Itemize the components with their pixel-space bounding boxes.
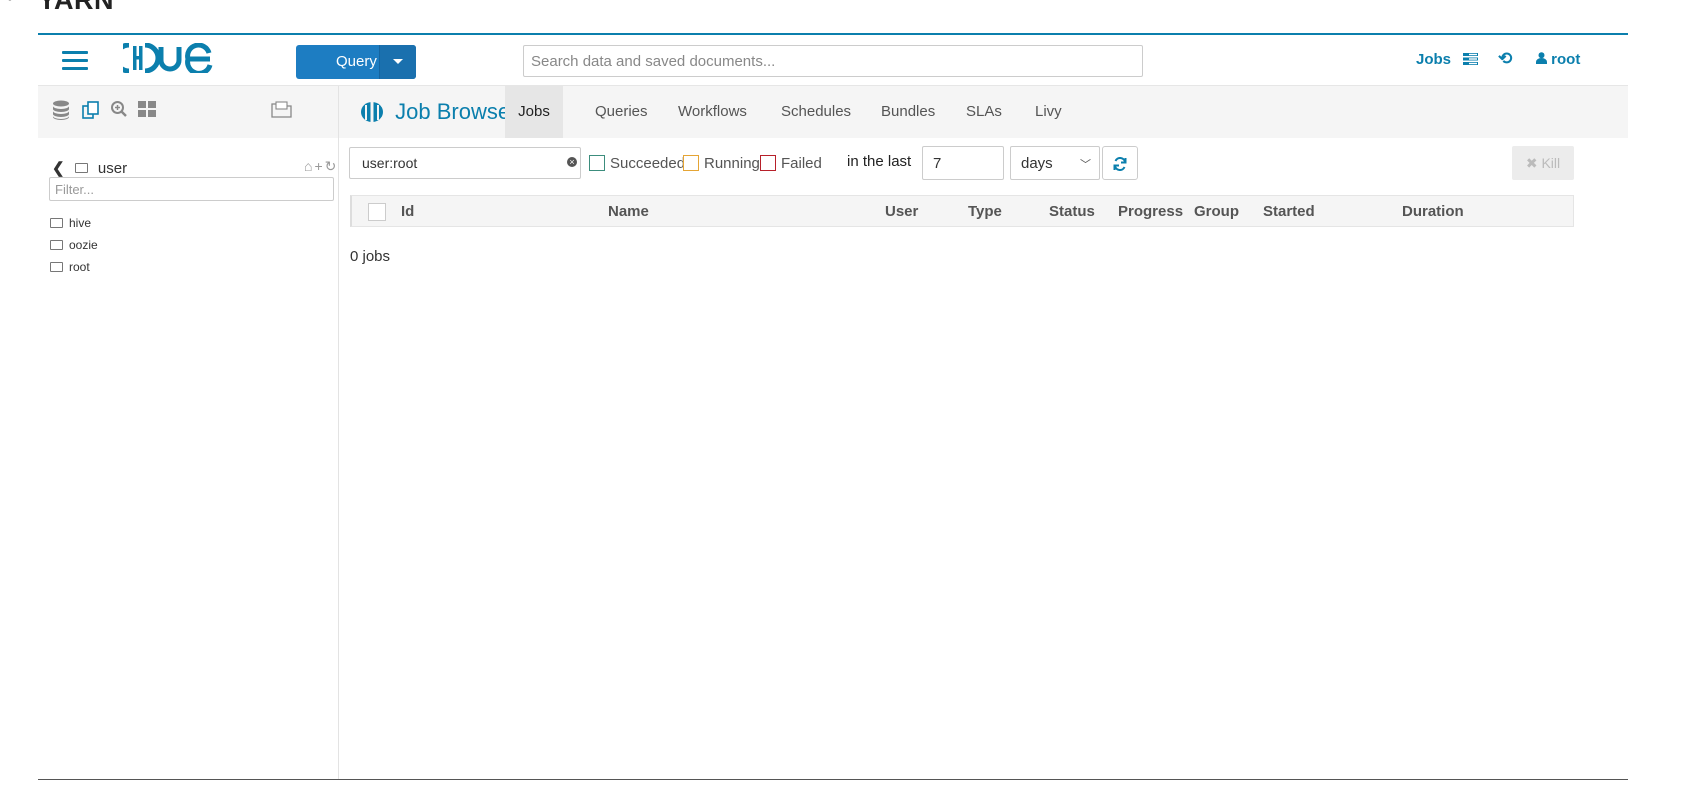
hue-app-window: Query Jobs ⟲ root bbox=[38, 33, 1628, 780]
job-browser-title-text: Job Browser bbox=[395, 99, 518, 124]
hamburger-menu-icon[interactable] bbox=[62, 51, 88, 71]
tab-bundles[interactable]: Bundles bbox=[881, 86, 935, 138]
jobs-filter-bar: × Succeeded Running Failed in the last d… bbox=[339, 146, 1628, 182]
tab-livy[interactable]: Livy bbox=[1035, 86, 1062, 138]
jobs-link[interactable]: Jobs bbox=[1416, 51, 1479, 69]
tree-item-label: oozie bbox=[69, 238, 98, 252]
time-value-input[interactable] bbox=[922, 146, 1004, 180]
succeeded-checkbox[interactable] bbox=[589, 155, 605, 171]
tree-item-oozie[interactable]: oozie bbox=[50, 234, 98, 256]
hdfs-tree: hive oozie root bbox=[50, 212, 98, 278]
hue-logo[interactable] bbox=[113, 42, 218, 78]
user-menu[interactable]: root bbox=[1536, 51, 1580, 68]
column-header-id[interactable]: Id bbox=[401, 203, 414, 220]
query-button[interactable]: Query bbox=[296, 45, 416, 79]
user-icon bbox=[1536, 51, 1551, 68]
jobs-list-icon bbox=[1463, 52, 1479, 69]
jobs-count: 0 jobs bbox=[350, 248, 391, 265]
running-checkbox[interactable] bbox=[683, 155, 699, 171]
back-chevron-icon[interactable]: ❮ bbox=[52, 160, 65, 177]
database-icon[interactable] bbox=[52, 100, 70, 126]
time-unit-value: days bbox=[1021, 155, 1053, 172]
assist-filter-input[interactable] bbox=[49, 177, 334, 201]
query-dropdown-caret-icon[interactable] bbox=[379, 45, 416, 79]
global-search-input[interactable] bbox=[523, 45, 1143, 77]
grid-icon[interactable] bbox=[138, 100, 156, 123]
page-heading: ◦ YARN bbox=[0, 0, 400, 14]
add-icon[interactable]: + bbox=[314, 158, 324, 174]
tab-queries[interactable]: Queries bbox=[595, 86, 648, 138]
tree-item-label: hive bbox=[69, 216, 92, 230]
folder-icon bbox=[74, 163, 88, 174]
tab-schedules[interactable]: Schedules bbox=[781, 86, 851, 138]
column-header-progress[interactable]: Progress bbox=[1118, 203, 1183, 220]
kill-button[interactable]: ✖ Kill bbox=[1512, 146, 1574, 180]
column-header-status[interactable]: Status bbox=[1049, 203, 1095, 220]
breadcrumb: ❮ user bbox=[52, 159, 127, 177]
left-assist-panel: ❮ user ⌂+↻ hive oozie root bbox=[38, 86, 339, 780]
user-filter-input[interactable] bbox=[349, 147, 581, 179]
home-icon[interactable]: ⌂ bbox=[304, 158, 314, 174]
time-unit-select[interactable]: days ﹀ bbox=[1010, 146, 1100, 180]
breadcrumb-current[interactable]: user bbox=[98, 160, 127, 177]
tree-item-root[interactable]: root bbox=[50, 256, 98, 278]
documents-icon[interactable] bbox=[81, 100, 101, 126]
column-header-type[interactable]: Type bbox=[968, 203, 1002, 220]
tree-item-label: root bbox=[69, 260, 90, 274]
tab-workflows[interactable]: Workflows bbox=[678, 86, 747, 138]
job-browser-main: Job Browser Jobs Queries Workflows Sched… bbox=[339, 86, 1628, 780]
tree-item-hive[interactable]: hive bbox=[50, 212, 98, 234]
refresh-icon[interactable]: ↻ bbox=[325, 158, 339, 174]
user-name: root bbox=[1551, 51, 1581, 68]
column-header-group[interactable]: Group bbox=[1194, 203, 1239, 220]
column-header-duration[interactable]: Duration bbox=[1402, 203, 1464, 220]
column-header-user[interactable]: User bbox=[885, 203, 918, 220]
assist-toolbar bbox=[38, 86, 338, 138]
history-icon[interactable]: ⟲ bbox=[1498, 49, 1512, 69]
breadcrumb-actions: ⌂+↻ bbox=[304, 158, 338, 175]
select-all-checkbox[interactable] bbox=[368, 203, 386, 221]
failed-checkbox[interactable] bbox=[760, 155, 776, 171]
window-bottom-border bbox=[38, 779, 1628, 780]
kill-button-label: Kill bbox=[1541, 155, 1561, 171]
bullet-marker: ◦ bbox=[8, 0, 12, 6]
refresh-button[interactable] bbox=[1102, 146, 1138, 180]
jobs-table-header: Id Name User Type Status Progress Group … bbox=[350, 195, 1574, 227]
running-label[interactable]: Running bbox=[704, 155, 760, 172]
job-browser-tabbar: Job Browser Jobs Queries Workflows Sched… bbox=[339, 86, 1628, 138]
close-icon: ✖ bbox=[1525, 155, 1538, 171]
jobs-link-label: Jobs bbox=[1416, 51, 1452, 68]
folder-open-icon[interactable] bbox=[271, 100, 293, 124]
succeeded-label[interactable]: Succeeded bbox=[610, 155, 685, 172]
search-zoom-icon[interactable] bbox=[110, 100, 128, 124]
tab-slas[interactable]: SLAs bbox=[966, 86, 1002, 138]
clear-filter-icon[interactable]: × bbox=[567, 157, 577, 167]
folder-icon bbox=[50, 239, 63, 250]
top-navbar: Query Jobs ⟲ root bbox=[38, 35, 1628, 86]
in-the-last-label: in the last bbox=[847, 153, 912, 170]
job-browser-icon bbox=[361, 100, 383, 123]
tab-jobs[interactable]: Jobs bbox=[505, 86, 563, 138]
folder-icon bbox=[50, 261, 63, 272]
column-header-started[interactable]: Started bbox=[1263, 203, 1315, 220]
section-title: YARN bbox=[38, 0, 114, 14]
folder-icon bbox=[50, 217, 63, 228]
refresh-icon bbox=[1113, 157, 1127, 172]
job-browser-title[interactable]: Job Browser bbox=[360, 99, 517, 126]
failed-label[interactable]: Failed bbox=[781, 155, 822, 172]
column-header-name[interactable]: Name bbox=[608, 203, 649, 220]
query-button-label: Query bbox=[336, 53, 377, 70]
chevron-down-icon: ﹀ bbox=[1080, 159, 1091, 171]
